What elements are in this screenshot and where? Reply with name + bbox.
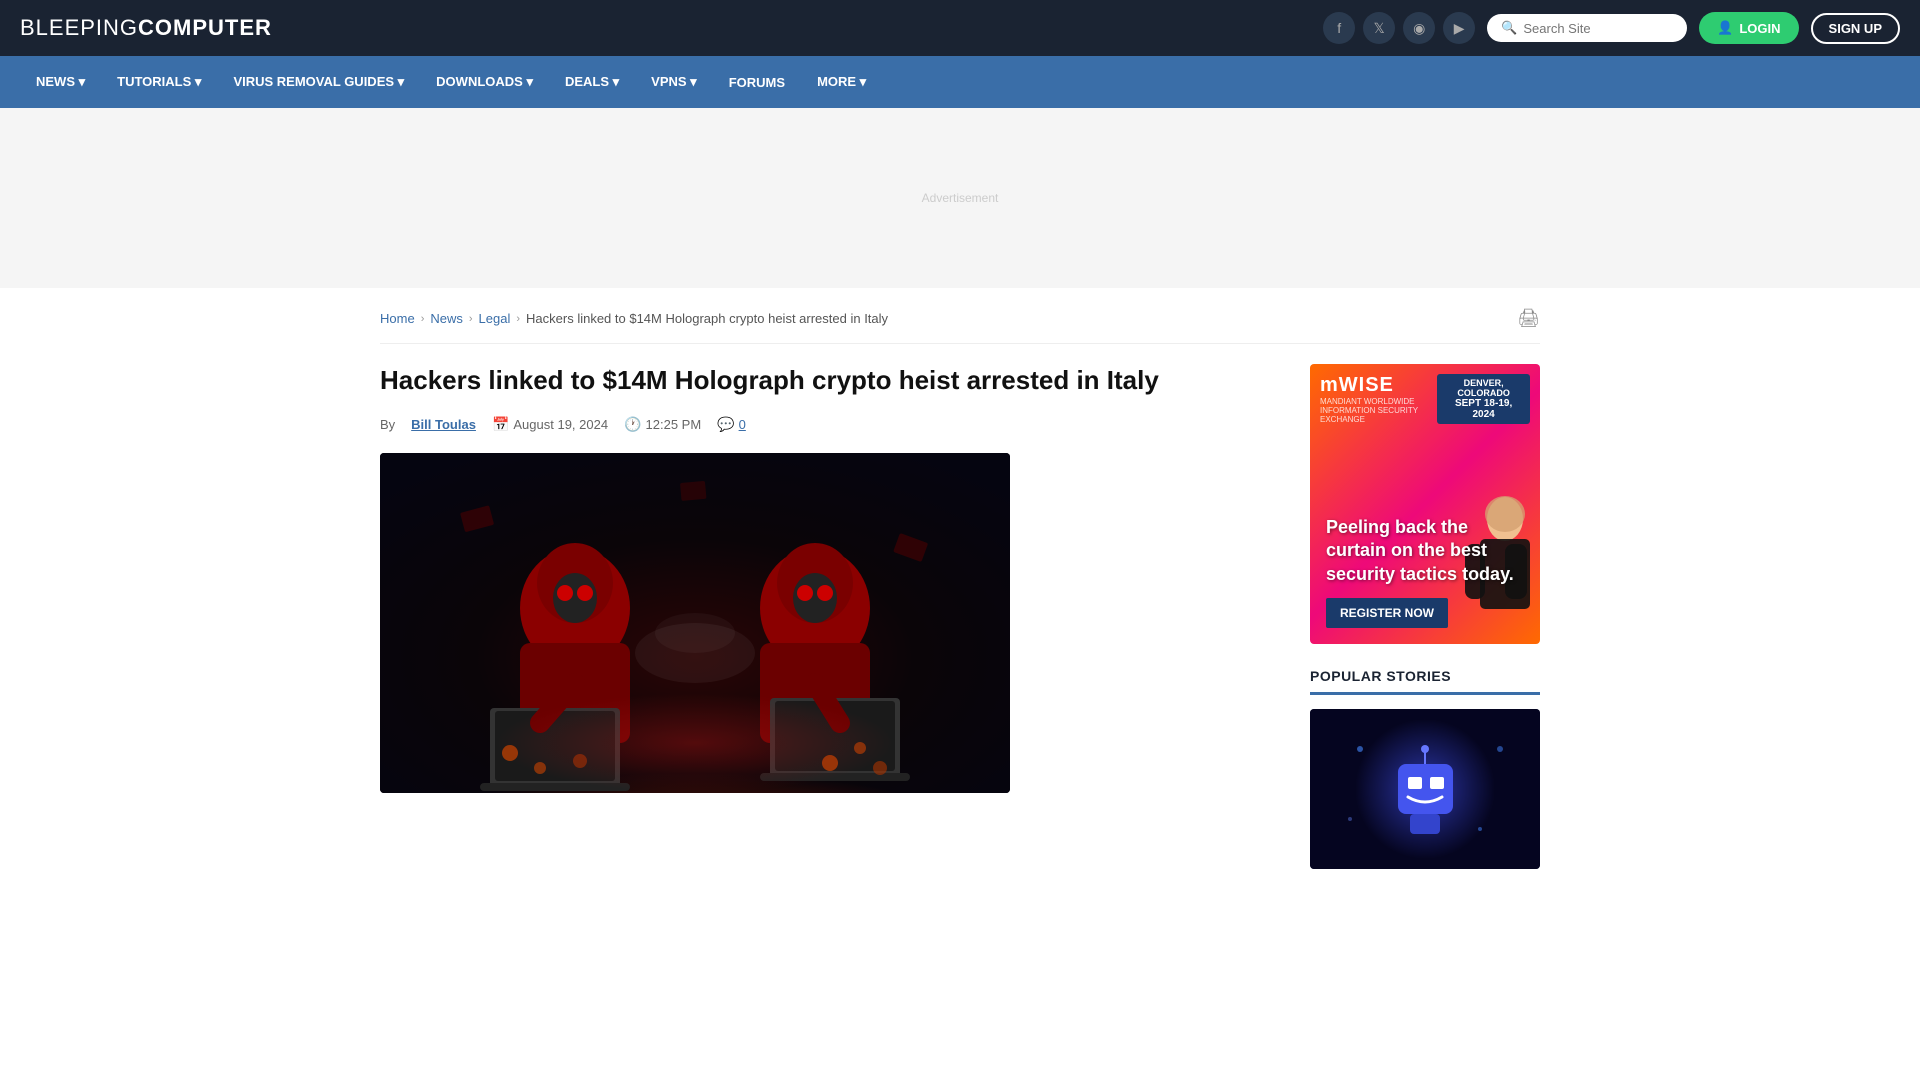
article-title: Hackers linked to $14M Holograph crypto … [380, 364, 1280, 398]
nav-more[interactable]: MORE ▾ [801, 56, 882, 108]
site-logo[interactable]: BLEEPINGCOMPUTER [20, 15, 272, 41]
article-author[interactable]: Bill Toulas [411, 417, 476, 432]
search-icon: 🔍 [1501, 20, 1517, 36]
youtube-icon[interactable]: ▶ [1443, 12, 1475, 44]
article-time: 12:25 PM [646, 417, 702, 432]
ad-top-badge: mWISE MANDIANT WORLDWIDEINFORMATION SECU… [1320, 374, 1530, 424]
social-icons-group: f 𝕏 ◉ ▶ [1323, 12, 1475, 44]
mastodon-icon[interactable]: ◉ [1403, 12, 1435, 44]
ad-date-badge: DENVER, COLORADO SEPT 18-19, 2024 [1437, 374, 1530, 424]
breadcrumb-news[interactable]: News [430, 311, 463, 326]
nav-virus[interactable]: VIRUS REMOVAL GUIDES ▾ [217, 56, 420, 108]
nav-downloads[interactable]: DOWNLOADS ▾ [420, 56, 549, 108]
by-label: By [380, 417, 395, 432]
search-input[interactable] [1523, 21, 1673, 36]
story-illustration [1310, 709, 1540, 869]
nav-tutorials[interactable]: TUTORIALS ▾ [101, 56, 217, 108]
popular-stories-section: POPULAR STORIES [1310, 668, 1540, 869]
breadcrumb-sep-2: › [469, 313, 473, 325]
breadcrumb-current: Hackers linked to $14M Holograph crypto … [526, 311, 888, 326]
login-button[interactable]: 👤 LOGIN [1699, 12, 1798, 44]
article-image [380, 453, 1010, 793]
comment-icon: 💬 [717, 416, 734, 433]
popular-story-image[interactable] [1310, 709, 1540, 869]
red-glow [495, 693, 895, 793]
main-container: Home › News › Legal › Hackers linked to … [360, 288, 1560, 869]
ad-logo-sub: MANDIANT WORLDWIDEINFORMATION SECURITY E… [1320, 397, 1437, 424]
content-layout: Hackers linked to $14M Holograph crypto … [380, 364, 1540, 869]
search-bar: 🔍 [1487, 14, 1687, 42]
popular-stories-title: POPULAR STORIES [1310, 668, 1540, 695]
header-right: f 𝕏 ◉ ▶ 🔍 👤 LOGIN SIGN UP [1323, 12, 1900, 44]
signup-button[interactable]: SIGN UP [1811, 13, 1900, 44]
nav-news[interactable]: NEWS ▾ [20, 56, 101, 108]
sidebar-ad-banner: mWISE MANDIANT WORLDWIDEINFORMATION SECU… [1310, 364, 1540, 644]
article-meta: By Bill Toulas 📅 August 19, 2024 🕐 12:25… [380, 416, 1280, 433]
user-icon: 👤 [1717, 20, 1733, 36]
nav-forums[interactable]: FORUMS [713, 57, 801, 108]
article-date: August 19, 2024 [513, 417, 608, 432]
print-icon[interactable]: 🖨 [1517, 308, 1540, 329]
nav-deals[interactable]: DEALS ▾ [549, 56, 635, 108]
breadcrumb: Home › News › Legal › Hackers linked to … [380, 308, 1540, 344]
clock-icon: 🕐 [624, 416, 641, 433]
ad-headline: Peeling back the curtain on the best sec… [1326, 516, 1524, 586]
calendar-icon: 📅 [492, 416, 509, 433]
site-header: BLEEPINGCOMPUTER f 𝕏 ◉ ▶ 🔍 👤 LOGIN SIGN … [0, 0, 1920, 56]
twitter-icon[interactable]: 𝕏 [1363, 12, 1395, 44]
breadcrumb-sep-1: › [421, 313, 425, 325]
ad-cta-button[interactable]: REGISTER NOW [1326, 598, 1448, 628]
breadcrumb-legal[interactable]: Legal [479, 311, 511, 326]
main-nav: NEWS ▾ TUTORIALS ▾ VIRUS REMOVAL GUIDES … [0, 56, 1920, 108]
breadcrumb-left: Home › News › Legal › Hackers linked to … [380, 311, 888, 326]
article-comments-item: 💬 0 [717, 416, 746, 433]
article-time-item: 🕐 12:25 PM [624, 416, 701, 433]
sidebar: mWISE MANDIANT WORLDWIDEINFORMATION SECU… [1310, 364, 1540, 869]
top-ad-banner: Advertisement [0, 108, 1920, 288]
breadcrumb-sep-3: › [516, 313, 520, 325]
nav-vpns[interactable]: VPNS ▾ [635, 56, 713, 108]
facebook-icon[interactable]: f [1323, 12, 1355, 44]
article-main: Hackers linked to $14M Holograph crypto … [380, 364, 1280, 869]
article-date-item: 📅 August 19, 2024 [492, 416, 608, 433]
breadcrumb-home[interactable]: Home [380, 311, 415, 326]
article-comments[interactable]: 0 [739, 417, 746, 432]
ad-logo: mWISE [1320, 374, 1437, 397]
hacker-image-scene [380, 453, 1010, 793]
